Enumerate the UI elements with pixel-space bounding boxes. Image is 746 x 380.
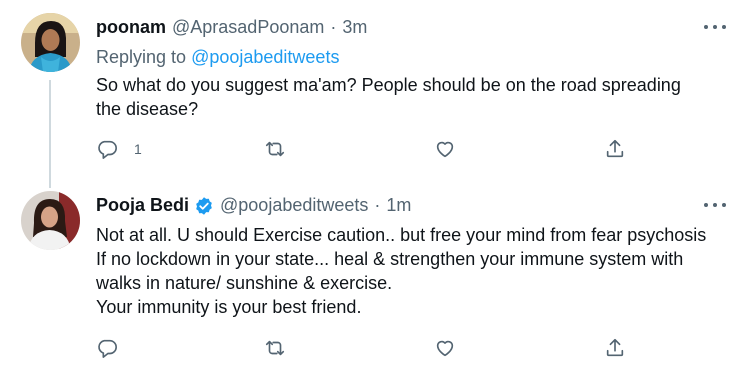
- tweet-poonam[interactable]: poonam @AprasadPoonam · 3m Replying to @…: [0, 0, 746, 188]
- retweet-button[interactable]: [264, 337, 286, 359]
- verified-badge-icon: [196, 196, 212, 215]
- tweet-header: poonam @AprasadPoonam · 3m: [96, 17, 367, 38]
- author-name[interactable]: Pooja Bedi: [96, 195, 189, 216]
- reply-icon: [98, 140, 117, 159]
- tweet-text-line: Not at all. U should Exercise caution.. …: [96, 225, 707, 245]
- share-button[interactable]: [604, 138, 626, 160]
- tweet-time[interactable]: 1m: [386, 195, 411, 216]
- reply-button[interactable]: [96, 337, 118, 359]
- tweet-header: Pooja Bedi @poojabeditweets · 1m: [96, 195, 411, 216]
- reply-icon: [98, 339, 117, 358]
- reply-button[interactable]: 1: [96, 138, 142, 160]
- reply-count: 1: [134, 141, 142, 157]
- time-separator: ·: [330, 17, 337, 37]
- like-button[interactable]: [434, 138, 456, 160]
- retweet-icon: [265, 141, 285, 157]
- thread-line: [49, 80, 51, 188]
- time-separator: ·: [374, 195, 381, 215]
- author-name[interactable]: poonam: [96, 17, 166, 38]
- retweet-button[interactable]: [264, 138, 286, 160]
- tweet-actions: 1: [96, 138, 636, 162]
- like-icon: [436, 340, 454, 357]
- replying-to-mention[interactable]: @poojabeditweets: [191, 47, 339, 67]
- share-icon: [606, 338, 624, 357]
- replying-to-label: Replying to: [96, 47, 187, 67]
- tweet-text-line: Your immunity is your best friend.: [96, 297, 362, 317]
- tweet-text-line: the disease?: [96, 99, 199, 119]
- tweet-text: Not at all. U should Exercise caution.. …: [96, 223, 736, 319]
- tweet-text-line: If no lockdown in your state... heal & s…: [96, 249, 684, 269]
- tweet-text: So what do you suggest ma'am? People sho…: [96, 73, 736, 121]
- tweet-text-line: So what do you suggest ma'am? People sho…: [96, 75, 681, 95]
- author-handle[interactable]: @poojabeditweets: [220, 195, 368, 216]
- avatar-poonam[interactable]: [21, 13, 80, 72]
- more-icon[interactable]: [704, 198, 726, 212]
- retweet-icon: [265, 340, 285, 356]
- share-button[interactable]: [604, 337, 626, 359]
- tweet-text-line: walks in nature/ sunshine & exercise.: [96, 273, 393, 293]
- replying-to: Replying to @poojabeditweets: [96, 47, 339, 68]
- like-button[interactable]: [434, 337, 456, 359]
- avatar-pooja-bedi[interactable]: [21, 191, 80, 250]
- tweet-time[interactable]: 3m: [342, 17, 367, 38]
- tweet-pooja-bedi[interactable]: Pooja Bedi @poojabeditweets · 1m Not at …: [0, 188, 746, 378]
- share-icon: [606, 139, 624, 158]
- like-icon: [436, 141, 454, 158]
- more-icon[interactable]: [704, 20, 726, 34]
- author-handle[interactable]: @AprasadPoonam: [172, 17, 324, 38]
- tweet-actions: [96, 337, 636, 361]
